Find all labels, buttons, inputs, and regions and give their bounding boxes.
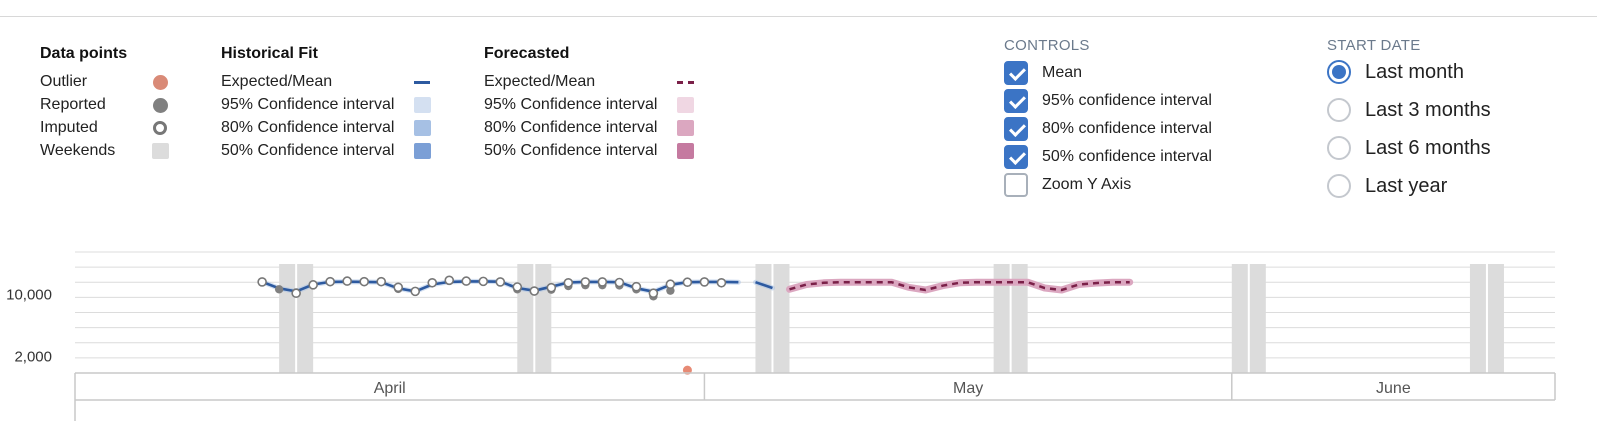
imputed-point bbox=[631, 281, 642, 292]
historical-mean-swatch-icon bbox=[414, 81, 430, 84]
forecast-50-swatch-icon bbox=[677, 143, 694, 159]
control-mean[interactable]: Mean bbox=[1004, 60, 1212, 88]
weekends-swatch-icon bbox=[152, 143, 169, 159]
imputed-point bbox=[546, 282, 557, 293]
historical-80-swatch-icon bbox=[414, 120, 431, 136]
y-tick-label: 2,000 bbox=[14, 348, 52, 365]
legend-weekends: Weekends bbox=[40, 139, 190, 162]
imputed-point bbox=[682, 277, 693, 288]
imputed-point bbox=[376, 276, 387, 287]
legend-historical-fit: Historical Fit Expected/Mean 95% Confide… bbox=[221, 44, 441, 162]
ci80-checkbox[interactable] bbox=[1004, 117, 1028, 141]
forecast-95-swatch-icon bbox=[677, 97, 694, 113]
reported-point bbox=[274, 285, 284, 294]
imputed-point bbox=[393, 282, 404, 293]
reported-swatch-icon bbox=[153, 98, 168, 113]
y-axis-ticks: 10,000 2,000 bbox=[6, 286, 52, 365]
control-95-ci[interactable]: 95% confidence interval bbox=[1004, 88, 1212, 116]
imputed-point bbox=[478, 276, 489, 287]
legend-forecast-title: Forecasted bbox=[484, 45, 570, 62]
legend-historical-title: Historical Fit bbox=[221, 45, 318, 62]
last-6-months-radio[interactable] bbox=[1327, 136, 1351, 160]
legend-forecast-mean: Expected/Mean bbox=[484, 70, 704, 93]
imputed-point bbox=[699, 277, 710, 287]
last-month-radio[interactable] bbox=[1327, 60, 1351, 84]
forecast-80-swatch-icon bbox=[677, 120, 694, 136]
data-points bbox=[257, 275, 727, 375]
imputed-point bbox=[444, 275, 455, 286]
radio-last-6-months[interactable]: Last 6 months bbox=[1327, 136, 1491, 174]
imputed-point bbox=[648, 288, 659, 299]
start-date-panel: START DATE Last month Last 3 months Last… bbox=[1327, 37, 1491, 212]
forecast-mean-swatch-icon bbox=[677, 81, 695, 84]
ci95-checkbox[interactable] bbox=[1004, 89, 1028, 113]
start-date-title: START DATE bbox=[1327, 37, 1421, 54]
imputed-point bbox=[359, 276, 369, 287]
imputed-point bbox=[291, 288, 301, 299]
mean-checkbox[interactable] bbox=[1004, 61, 1028, 85]
legend-historical-50: 50% Confidence interval bbox=[221, 139, 441, 162]
imputed-point bbox=[257, 277, 267, 287]
radio-last-3-months[interactable]: Last 3 months bbox=[1327, 98, 1491, 136]
imputed-point bbox=[495, 277, 506, 287]
forecast-ci-band bbox=[786, 278, 1134, 294]
legend-forecast-80: 80% Confidence interval bbox=[484, 116, 704, 139]
legend-historical-mean: Expected/Mean bbox=[221, 70, 441, 93]
imputed-point bbox=[342, 276, 352, 286]
imputed-point bbox=[597, 277, 608, 287]
imputed-point bbox=[665, 279, 676, 290]
imputed-swatch-icon bbox=[153, 121, 167, 135]
outlier-swatch-icon bbox=[153, 75, 168, 90]
legend-reported: Reported bbox=[40, 93, 190, 116]
legend-forecasted: Forecasted Expected/Mean 95% Confidence … bbox=[484, 44, 704, 162]
legend-historical-95: 95% Confidence interval bbox=[221, 93, 441, 116]
month-label: June bbox=[1376, 380, 1411, 397]
month-axis: April May June bbox=[74, 372, 1556, 421]
legend-data-points: Data points Outlier Reported Imputed Wee… bbox=[40, 44, 190, 162]
forecast-chart: 10,000 2,000 April May June bbox=[6, 251, 1556, 421]
radio-last-month[interactable]: Last month bbox=[1327, 60, 1491, 98]
imputed-point bbox=[529, 286, 540, 296]
ci50-checkbox[interactable] bbox=[1004, 145, 1028, 169]
legend-imputed: Imputed bbox=[40, 116, 190, 139]
imputed-point bbox=[410, 286, 421, 297]
legend-forecast-95: 95% Confidence interval bbox=[484, 93, 704, 116]
imputed-point bbox=[461, 276, 472, 286]
imputed-point bbox=[563, 277, 574, 288]
imputed-point bbox=[512, 282, 523, 292]
legend-forecast-50: 50% Confidence interval bbox=[484, 139, 704, 162]
last-3-months-radio[interactable] bbox=[1327, 98, 1351, 122]
last-year-radio[interactable] bbox=[1327, 174, 1351, 198]
zoom-y-checkbox[interactable] bbox=[1004, 173, 1028, 197]
historical-95-swatch-icon bbox=[414, 97, 431, 113]
control-50-ci[interactable]: 50% confidence interval bbox=[1004, 144, 1212, 172]
month-label: April bbox=[374, 380, 406, 397]
imputed-point bbox=[716, 277, 727, 288]
y-tick-label: 10,000 bbox=[6, 286, 52, 303]
legend-outlier: Outlier bbox=[40, 70, 190, 93]
control-80-ci[interactable]: 80% confidence interval bbox=[1004, 116, 1212, 144]
imputed-point bbox=[614, 277, 625, 288]
imputed-point bbox=[325, 276, 335, 287]
historical-50-swatch-icon bbox=[414, 143, 431, 159]
controls-title: CONTROLS bbox=[1004, 37, 1090, 54]
legend-historical-80: 80% Confidence interval bbox=[221, 116, 441, 139]
top-divider bbox=[0, 16, 1597, 17]
control-zoom-y[interactable]: Zoom Y Axis bbox=[1004, 172, 1212, 200]
controls-panel: CONTROLS Mean 95% confidence interval 80… bbox=[1004, 37, 1212, 200]
legend-data-points-title: Data points bbox=[40, 45, 128, 62]
imputed-point bbox=[580, 277, 591, 287]
month-label: May bbox=[953, 380, 983, 397]
radio-last-year[interactable]: Last year bbox=[1327, 174, 1491, 212]
imputed-point bbox=[308, 280, 318, 290]
imputed-point bbox=[427, 277, 438, 288]
